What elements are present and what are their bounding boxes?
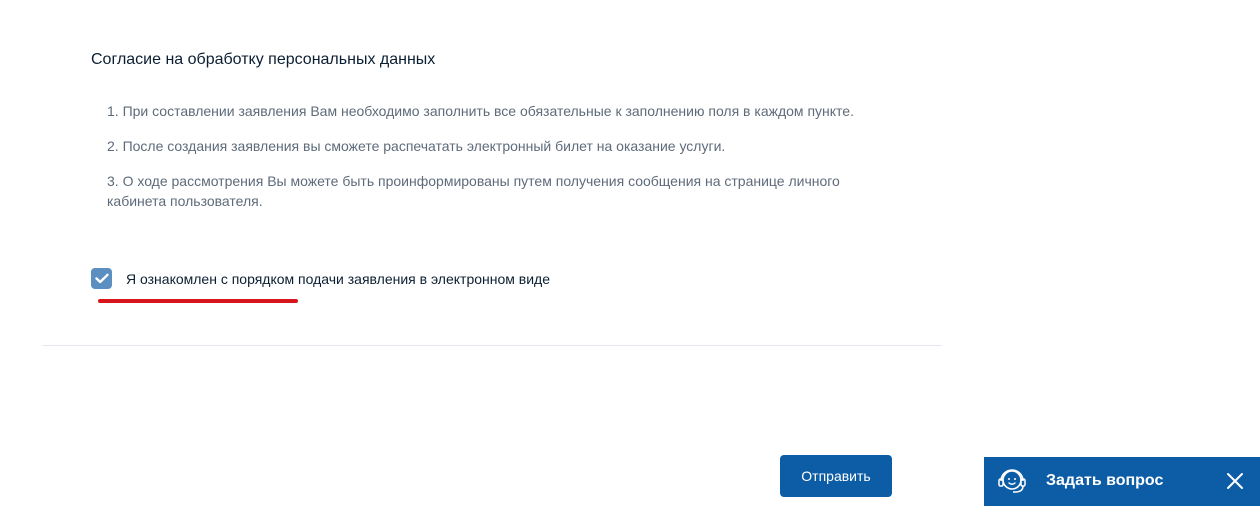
support-operator-icon <box>996 465 1028 497</box>
ask-question-label[interactable]: Задать вопрос <box>1046 472 1163 490</box>
checkmark-icon <box>94 273 109 284</box>
page: Согласие на обработку персональных данны… <box>0 0 1260 506</box>
divider <box>42 345 942 346</box>
rule-item: 2. После создания заявления вы сможете р… <box>107 138 726 154</box>
rules-list: 1. При составлении заявления Вам необход… <box>107 101 877 226</box>
submit-button[interactable]: Отправить <box>780 455 892 497</box>
close-icon[interactable] <box>1226 472 1244 490</box>
agree-checkbox-row[interactable]: Я ознакомлен с порядком подачи заявления… <box>91 268 550 289</box>
agree-checkbox[interactable] <box>91 268 112 289</box>
highlight-underline <box>98 299 298 303</box>
agree-label[interactable]: Я ознакомлен с порядком подачи заявления… <box>126 271 550 287</box>
rule-item: 3. О ходе рассмотрения Вы можете быть пр… <box>107 173 840 209</box>
section-title: Согласие на обработку персональных данны… <box>91 51 436 68</box>
rule-item: 1. При составлении заявления Вам необход… <box>107 103 854 119</box>
ask-question-widget[interactable]: Задать вопрос <box>984 457 1260 506</box>
